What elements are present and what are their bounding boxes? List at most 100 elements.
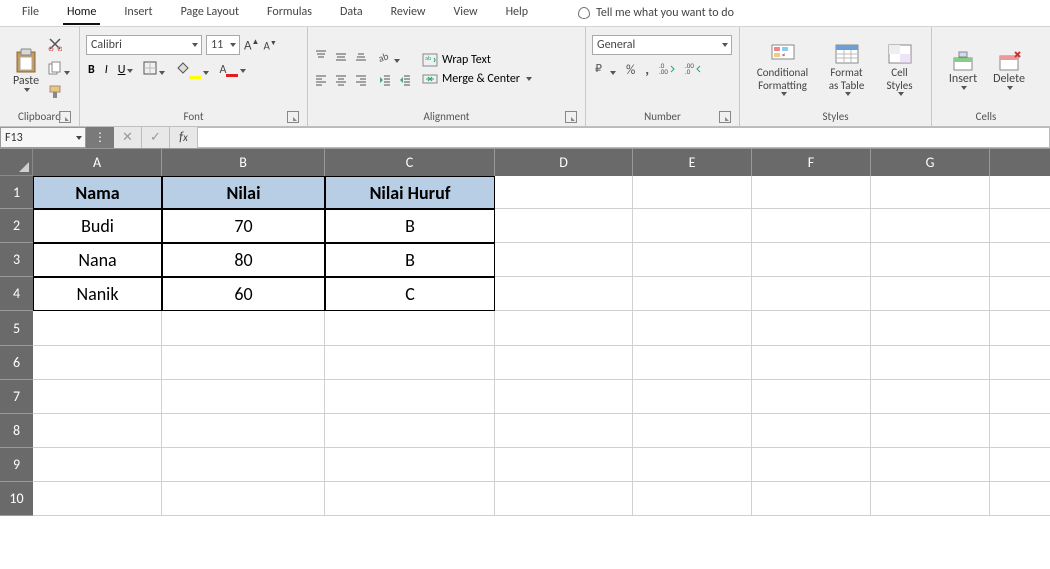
cell-E4[interactable] bbox=[633, 277, 752, 311]
format-as-table-button[interactable]: Format as Table bbox=[819, 41, 875, 97]
cell-A2[interactable]: Budi bbox=[33, 209, 162, 243]
cell-A8[interactable] bbox=[33, 414, 162, 448]
cell-D8[interactable] bbox=[495, 414, 633, 448]
percent-button[interactable]: % bbox=[626, 63, 635, 78]
italic-button[interactable]: I bbox=[105, 63, 108, 77]
tab-help[interactable]: Help bbox=[492, 0, 543, 26]
col-header-B[interactable]: B bbox=[162, 149, 325, 176]
cell-F7[interactable] bbox=[752, 380, 871, 414]
decrease-indent-button[interactable] bbox=[378, 73, 392, 91]
cell-H3[interactable] bbox=[990, 243, 1050, 277]
cell-G3[interactable] bbox=[871, 243, 990, 277]
comma-button[interactable]: , bbox=[645, 61, 649, 79]
cell-A7[interactable] bbox=[33, 380, 162, 414]
tab-view[interactable]: View bbox=[440, 0, 492, 26]
cell-C6[interactable] bbox=[325, 346, 495, 380]
cell-G1[interactable] bbox=[871, 176, 990, 209]
cell-G5[interactable] bbox=[871, 311, 990, 346]
name-box-menu[interactable]: ⋮ bbox=[86, 127, 114, 148]
cell-D9[interactable] bbox=[495, 448, 633, 482]
cell-C7[interactable] bbox=[325, 380, 495, 414]
tab-file[interactable]: File bbox=[8, 0, 53, 26]
cell-G2[interactable] bbox=[871, 209, 990, 243]
cell-D3[interactable] bbox=[495, 243, 633, 277]
decrease-font-button[interactable]: A▼ bbox=[263, 38, 276, 53]
row-header-7[interactable]: 7 bbox=[0, 380, 33, 414]
align-bottom-button[interactable] bbox=[354, 49, 368, 67]
col-header-F[interactable]: F bbox=[752, 149, 871, 176]
cell-C5[interactable] bbox=[325, 311, 495, 346]
underline-button[interactable]: U bbox=[118, 63, 134, 77]
cell-B8[interactable] bbox=[162, 414, 325, 448]
cell-E7[interactable] bbox=[633, 380, 752, 414]
cell-E6[interactable] bbox=[633, 346, 752, 380]
cancel-formula-button[interactable]: ✕ bbox=[114, 127, 142, 148]
paste-button[interactable]: Paste bbox=[6, 46, 46, 94]
name-box[interactable]: F13 bbox=[0, 127, 86, 148]
cell-H2[interactable] bbox=[990, 209, 1050, 243]
tab-review[interactable]: Review bbox=[377, 0, 440, 26]
cell-G9[interactable] bbox=[871, 448, 990, 482]
cell-D7[interactable] bbox=[495, 380, 633, 414]
cell-G8[interactable] bbox=[871, 414, 990, 448]
cell-C8[interactable] bbox=[325, 414, 495, 448]
cell-F10[interactable] bbox=[752, 482, 871, 516]
col-header-E[interactable]: E bbox=[633, 149, 752, 176]
align-middle-button[interactable] bbox=[334, 49, 348, 67]
cell-E3[interactable] bbox=[633, 243, 752, 277]
cell-C9[interactable] bbox=[325, 448, 495, 482]
cell-B3[interactable]: 80 bbox=[162, 243, 325, 277]
merge-center-button[interactable]: Merge & Center bbox=[422, 72, 532, 86]
cell-H9[interactable] bbox=[990, 448, 1050, 482]
increase-indent-button[interactable] bbox=[398, 73, 412, 91]
align-top-button[interactable] bbox=[314, 49, 328, 67]
cell-A3[interactable]: Nana bbox=[33, 243, 162, 277]
row-header-6[interactable]: 6 bbox=[0, 346, 33, 380]
increase-decimal-button[interactable]: .0.00 bbox=[659, 61, 675, 79]
number-format-combo[interactable]: General bbox=[592, 35, 732, 55]
cell-B1[interactable]: Nilai bbox=[162, 176, 325, 209]
cell-G7[interactable] bbox=[871, 380, 990, 414]
cell-B5[interactable] bbox=[162, 311, 325, 346]
border-button[interactable] bbox=[143, 61, 165, 79]
cell-G10[interactable] bbox=[871, 482, 990, 516]
cell-F8[interactable] bbox=[752, 414, 871, 448]
cell-B4[interactable]: 60 bbox=[162, 277, 325, 311]
cell-D1[interactable] bbox=[495, 176, 633, 209]
cell-A5[interactable] bbox=[33, 311, 162, 346]
row-header-3[interactable]: 3 bbox=[0, 243, 33, 277]
row-header-9[interactable]: 9 bbox=[0, 448, 33, 482]
cell-E10[interactable] bbox=[633, 482, 752, 516]
cell-A1[interactable]: Nama bbox=[33, 176, 162, 209]
tab-insert[interactable]: Insert bbox=[110, 0, 166, 26]
row-header-10[interactable]: 10 bbox=[0, 482, 33, 516]
col-header-D[interactable]: D bbox=[495, 149, 633, 176]
cell-C10[interactable] bbox=[325, 482, 495, 516]
cell-G4[interactable] bbox=[871, 277, 990, 311]
cell-A9[interactable] bbox=[33, 448, 162, 482]
align-left-button[interactable] bbox=[314, 73, 328, 91]
cell-C2[interactable]: B bbox=[325, 209, 495, 243]
dialog-launcher-icon[interactable] bbox=[719, 111, 731, 123]
delete-cells-button[interactable]: Delete bbox=[988, 48, 1030, 92]
cell-G6[interactable] bbox=[871, 346, 990, 380]
row-header-1[interactable]: 1 bbox=[0, 176, 33, 209]
cell-F3[interactable] bbox=[752, 243, 871, 277]
cut-button[interactable] bbox=[48, 37, 70, 55]
cell-B2[interactable]: 70 bbox=[162, 209, 325, 243]
cell-E9[interactable] bbox=[633, 448, 752, 482]
cell-C4[interactable]: C bbox=[325, 277, 495, 311]
col-header-A[interactable]: A bbox=[33, 149, 162, 176]
row-header-4[interactable]: 4 bbox=[0, 277, 33, 311]
fill-color-button[interactable] bbox=[175, 61, 209, 79]
cell-A4[interactable]: Nanik bbox=[33, 277, 162, 311]
cell-F5[interactable] bbox=[752, 311, 871, 346]
tab-data[interactable]: Data bbox=[326, 0, 377, 26]
col-header-G[interactable]: G bbox=[871, 149, 990, 176]
cell-D6[interactable] bbox=[495, 346, 633, 380]
cell-F2[interactable] bbox=[752, 209, 871, 243]
cell-C1[interactable]: Nilai Huruf bbox=[325, 176, 495, 209]
font-color-button[interactable]: A bbox=[219, 63, 246, 77]
align-right-button[interactable] bbox=[354, 73, 368, 91]
tab-page-layout[interactable]: Page Layout bbox=[167, 0, 253, 26]
